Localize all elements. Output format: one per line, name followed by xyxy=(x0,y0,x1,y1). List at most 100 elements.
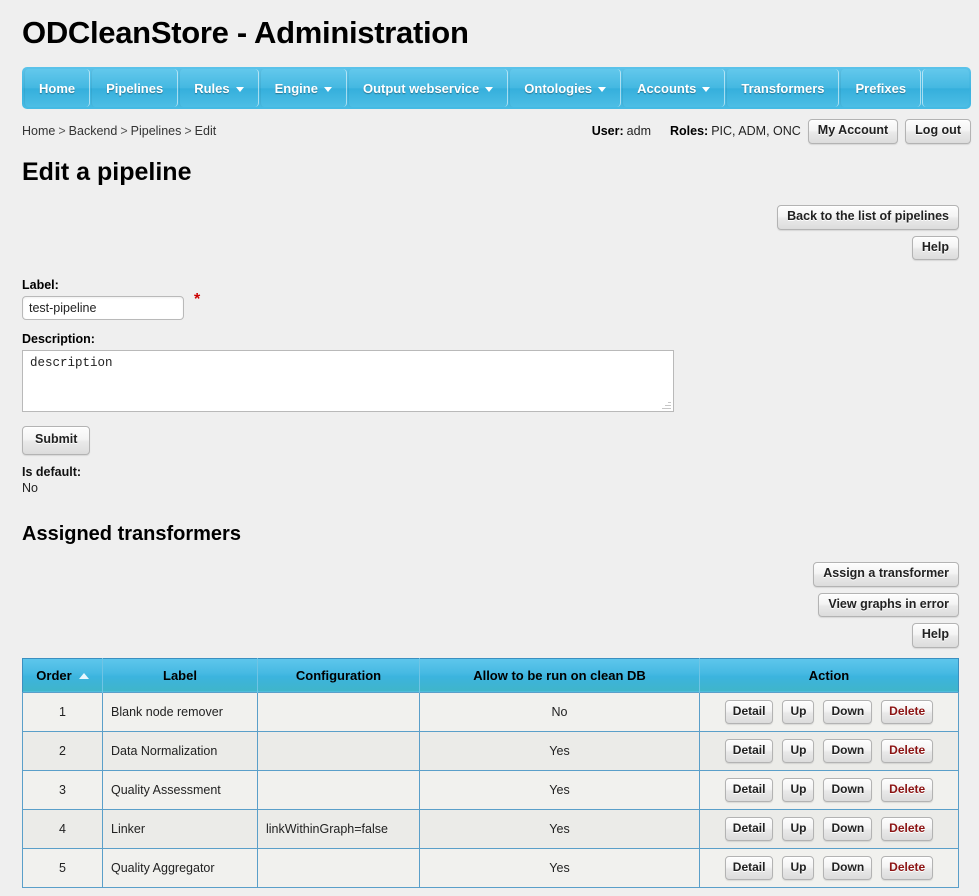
logout-button[interactable]: Log out xyxy=(905,118,971,144)
is-default-label: Is default: xyxy=(22,465,82,480)
move-up-button[interactable]: Up xyxy=(782,855,815,880)
move-down-button[interactable]: Down xyxy=(823,855,873,880)
breadcrumb-separator: > xyxy=(58,124,66,139)
nav-item-pipelines[interactable]: Pipelines xyxy=(91,69,179,108)
row-action-group: Detail Up Down Delete xyxy=(708,699,950,724)
nav-item-label: Prefixes xyxy=(855,80,907,96)
move-up-button[interactable]: Up xyxy=(782,777,815,802)
cell-order: 5 xyxy=(22,847,103,888)
cell-allow-clean-db: Yes xyxy=(419,847,700,888)
delete-button[interactable]: Delete xyxy=(881,777,934,802)
nav-item-label: Transformers xyxy=(741,80,825,96)
transformers-help-button[interactable]: Help xyxy=(911,623,959,648)
cell-action: Detail Up Down Delete xyxy=(699,691,959,732)
cell-configuration xyxy=(257,769,420,810)
user-value: adm xyxy=(626,124,651,139)
nav-item-label: Pipelines xyxy=(106,80,164,96)
my-account-button[interactable]: My Account xyxy=(807,118,899,144)
nav-item-accounts[interactable]: Accounts xyxy=(622,69,726,108)
cell-label: Blank node remover xyxy=(102,691,258,732)
submit-button[interactable]: Submit xyxy=(22,426,91,456)
breadcrumb-row: Home > Backend > Pipelines > Edit User: adm Ro… xyxy=(22,118,971,144)
nav-item-label: Home xyxy=(39,80,76,96)
breadcrumb-item-backend[interactable]: Backend xyxy=(69,124,118,138)
nav-item-label: Engine xyxy=(274,80,318,96)
chevron-down-icon xyxy=(323,86,332,92)
nav-item-engine[interactable]: Engine xyxy=(259,69,347,108)
user-label: User: xyxy=(591,124,624,139)
assign-transformer-button[interactable]: Assign a transformer xyxy=(813,562,959,587)
detail-button[interactable]: Detail xyxy=(724,777,774,802)
nav-item-home[interactable]: Home xyxy=(24,69,91,108)
cell-label: Data Normalization xyxy=(102,730,258,771)
nav-item-label: Ontologies xyxy=(524,80,593,96)
nav-item-transformers[interactable]: Transformers xyxy=(726,69,840,108)
transformers-table-wrapper: Order Label Configuration Allow to be ru… xyxy=(22,657,959,888)
column-header-label[interactable]: Label xyxy=(102,658,258,693)
chevron-down-icon xyxy=(485,86,494,92)
nav-item-ontologies[interactable]: Ontologies xyxy=(509,69,622,108)
main-navigation: Home Pipelines Rules Engine Output webse… xyxy=(22,67,971,110)
cell-label: Linker xyxy=(102,808,258,849)
description-field-label: Description: xyxy=(22,332,95,347)
delete-button[interactable]: Delete xyxy=(881,699,934,724)
breadcrumb-item-edit: Edit xyxy=(194,124,217,139)
nav-item-label: Rules xyxy=(194,80,230,96)
column-header-order[interactable]: Order xyxy=(22,658,103,693)
move-up-button[interactable]: Up xyxy=(782,699,815,724)
pipeline-form: Label: * Description: Submit Is default:… xyxy=(22,278,979,495)
delete-button[interactable]: Delete xyxy=(881,738,934,763)
move-down-button[interactable]: Down xyxy=(823,699,873,724)
roles-value: PIC, ADM, ONC xyxy=(711,124,801,139)
label-input[interactable] xyxy=(22,296,184,321)
sort-ascending-icon xyxy=(78,672,89,679)
description-field-row xyxy=(22,350,674,413)
page-actions: Back to the list of pipelines Help xyxy=(0,205,959,261)
nav-item-output-webservice[interactable]: Output webservice xyxy=(347,69,509,108)
view-graphs-in-error-button[interactable]: View graphs in error xyxy=(818,592,959,618)
description-textarea[interactable] xyxy=(22,350,674,413)
help-button[interactable]: Help xyxy=(911,235,959,261)
move-down-button[interactable]: Down xyxy=(823,777,873,802)
nav-item-rules[interactable]: Rules xyxy=(179,69,259,108)
chevron-down-icon xyxy=(598,86,607,92)
column-header-action: Action xyxy=(699,658,959,693)
breadcrumb-item-pipelines[interactable]: Pipelines xyxy=(131,124,182,138)
detail-button[interactable]: Detail xyxy=(724,855,774,880)
delete-button[interactable]: Delete xyxy=(881,855,934,880)
detail-button[interactable]: Detail xyxy=(724,738,774,763)
delete-button[interactable]: Delete xyxy=(881,816,934,841)
cell-allow-clean-db: Yes xyxy=(419,769,700,810)
back-to-list-button[interactable]: Back to the list of pipelines xyxy=(777,205,959,230)
move-down-button[interactable]: Down xyxy=(823,738,873,763)
roles-label: Roles: xyxy=(670,124,709,139)
table-row: 1 Blank node remover No Detail Up Down D… xyxy=(22,691,959,732)
move-down-button[interactable]: Down xyxy=(823,816,873,841)
cell-configuration xyxy=(257,730,420,771)
nav-item-label: Output webservice xyxy=(362,80,480,96)
table-header-row: Order Label Configuration Allow to be ru… xyxy=(22,658,959,693)
transformers-actions: Assign a transformer View graphs in erro… xyxy=(0,562,959,648)
cell-order: 3 xyxy=(22,769,103,810)
move-up-button[interactable]: Up xyxy=(782,816,815,841)
row-action-group: Detail Up Down Delete xyxy=(708,738,950,763)
column-header-allow-clean-db[interactable]: Allow to be run on clean DB xyxy=(419,658,700,693)
nav-filler xyxy=(922,69,969,108)
is-default-value: No xyxy=(22,481,38,496)
cell-action: Detail Up Down Delete xyxy=(699,730,959,771)
breadcrumb-separator: > xyxy=(120,124,128,139)
row-action-group: Detail Up Down Delete xyxy=(708,855,950,880)
user-info: User: adm xyxy=(592,124,651,138)
move-up-button[interactable]: Up xyxy=(782,738,815,763)
detail-button[interactable]: Detail xyxy=(724,699,774,724)
cell-configuration xyxy=(257,691,420,732)
cell-action: Detail Up Down Delete xyxy=(699,769,959,810)
column-header-configuration[interactable]: Configuration xyxy=(257,658,420,693)
cell-allow-clean-db: Yes xyxy=(419,730,700,771)
table-row: 4 Linker linkWithinGraph=false Yes Detai… xyxy=(22,808,959,849)
page-title: Edit a pipeline xyxy=(22,158,192,187)
nav-item-prefixes[interactable]: Prefixes xyxy=(840,69,922,108)
detail-button[interactable]: Detail xyxy=(724,816,774,841)
cell-label: Quality Assessment xyxy=(102,769,258,810)
breadcrumb-item-home[interactable]: Home xyxy=(22,124,55,138)
